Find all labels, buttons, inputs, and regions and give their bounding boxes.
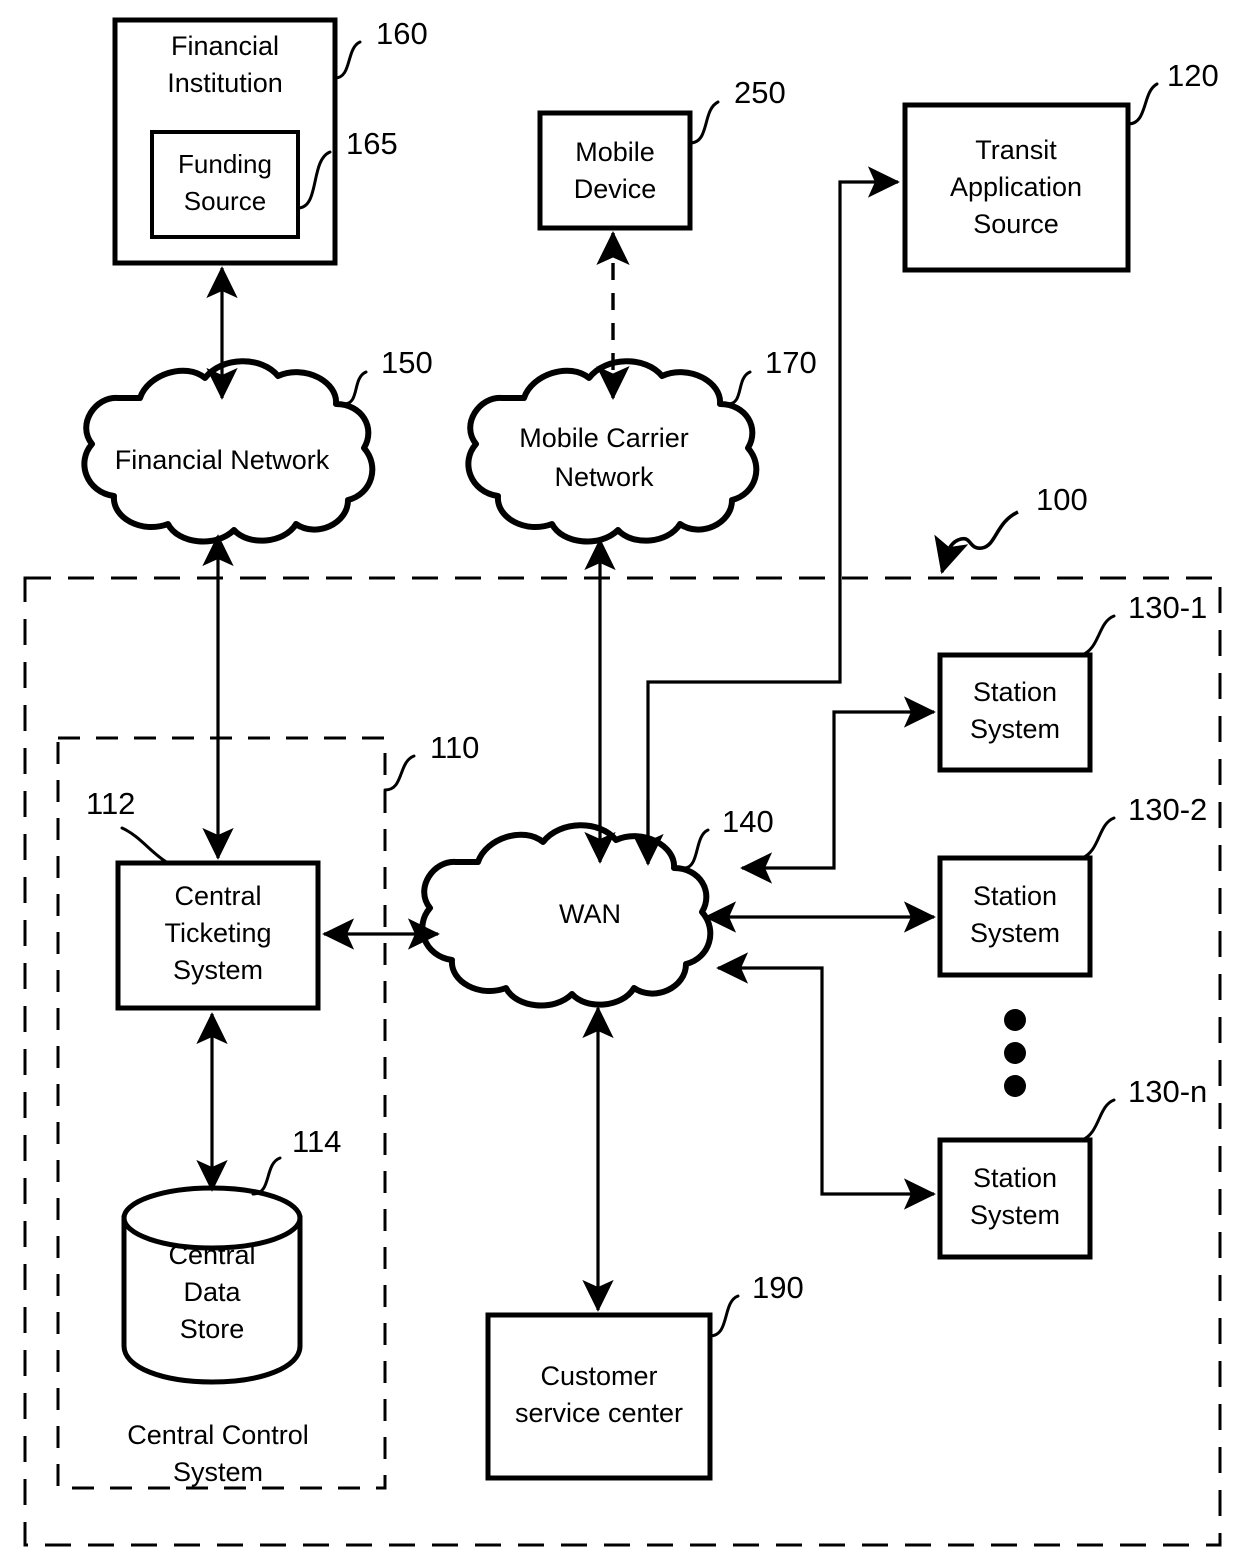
central-ticketing-system-label-line2: Ticketing [164, 918, 271, 948]
transit-application-source-label-line1: Transit [975, 135, 1057, 165]
station-system-2-label-line2: System [970, 918, 1060, 948]
station-system-2-box[interactable] [937, 855, 1093, 978]
ref-leader-140 [682, 828, 710, 870]
station-system-1-label-line2: System [970, 714, 1060, 744]
funding-source-label-line1: Funding [178, 149, 272, 179]
ref-leader-160 [333, 40, 362, 80]
system-architecture-diagram: Financial Institution Funding Source 160… [23, 16, 1222, 1547]
connection-wan-station-system-1 [740, 696, 936, 884]
financial-network-label: Financial Network [115, 445, 330, 475]
ref-number-112: 112 [86, 786, 135, 821]
connection-wan-station-system-n [716, 952, 936, 1210]
mobile-device-label-line2: Device [574, 174, 657, 204]
ref-number-160: 160 [376, 16, 428, 51]
ref-leader-190 [708, 1294, 740, 1338]
ref-number-120: 120 [1167, 58, 1219, 93]
ref-leader-120 [1126, 82, 1159, 126]
customer-service-center-box[interactable] [485, 1312, 713, 1481]
central-control-system-label-line1: Central Control [127, 1420, 309, 1450]
ref-number-140: 140 [722, 804, 774, 839]
mobile-carrier-network-label-line1: Mobile Carrier [519, 423, 689, 453]
ref-leader-130-n [1080, 1098, 1116, 1142]
station-system-n-label-line1: Station [973, 1163, 1057, 1193]
financial-institution-label-line2: Institution [167, 68, 283, 98]
ref-number-130-2: 130-2 [1128, 792, 1207, 827]
customer-service-center-label-line1: Customer [540, 1361, 657, 1391]
ref-leader-100 [934, 510, 1019, 575]
central-ticketing-system-label-line3: System [173, 955, 263, 985]
station-system-1-label-line1: Station [973, 677, 1057, 707]
ref-number-114: 114 [292, 1124, 341, 1159]
central-data-store-label-line3: Store [180, 1314, 245, 1344]
ref-number-165: 165 [346, 126, 398, 161]
ref-leader-150 [342, 370, 368, 406]
ref-leader-114 [251, 1156, 282, 1196]
station-system-n-label-line2: System [970, 1200, 1060, 1230]
mobile-carrier-network-label-line2: Network [554, 462, 654, 492]
mobile-device-box[interactable] [537, 110, 693, 231]
ref-number-190: 190 [752, 1270, 804, 1305]
ref-number-100: 100 [1036, 482, 1088, 517]
ref-leader-110 [383, 754, 416, 792]
ref-number-110: 110 [430, 730, 479, 765]
funding-source-box[interactable] [150, 130, 300, 239]
central-ticketing-system-label-line1: Central [174, 881, 261, 911]
ref-leader-130-1 [1080, 614, 1116, 657]
vertical-ellipsis [1004, 1009, 1026, 1097]
wan-label: WAN [559, 899, 621, 929]
station-system-1-box[interactable] [937, 652, 1093, 773]
ref-leader-170 [726, 370, 752, 406]
ref-leader-130-2 [1080, 816, 1116, 860]
mobile-device-label-line1: Mobile [575, 137, 655, 167]
central-data-store-label-line2: Data [183, 1277, 241, 1307]
station-system-2-label-line1: Station [973, 881, 1057, 911]
central-data-store-top [121, 1185, 303, 1251]
transit-application-source-label-line2: Application [950, 172, 1082, 202]
ref-number-130-n: 130-n [1128, 1074, 1207, 1109]
customer-service-center-label-line2: service center [515, 1398, 683, 1428]
central-data-store-label-line1: Central [168, 1240, 255, 1270]
ref-number-130-1: 130-1 [1128, 590, 1207, 625]
ref-number-170: 170 [765, 345, 817, 380]
funding-source-label-line2: Source [184, 186, 266, 216]
station-system-n-box[interactable] [937, 1137, 1093, 1260]
ref-leader-112 [120, 826, 170, 865]
transit-application-source-label-line3: Source [973, 209, 1059, 239]
ref-leader-250 [688, 100, 720, 145]
patent-figure-canvas: Financial Institution Funding Source 160… [0, 0, 1240, 1565]
ref-number-250: 250 [734, 75, 786, 110]
ref-number-150: 150 [381, 345, 433, 380]
financial-institution-label-line1: Financial [171, 31, 279, 61]
central-control-system-label-line2: System [173, 1457, 263, 1487]
